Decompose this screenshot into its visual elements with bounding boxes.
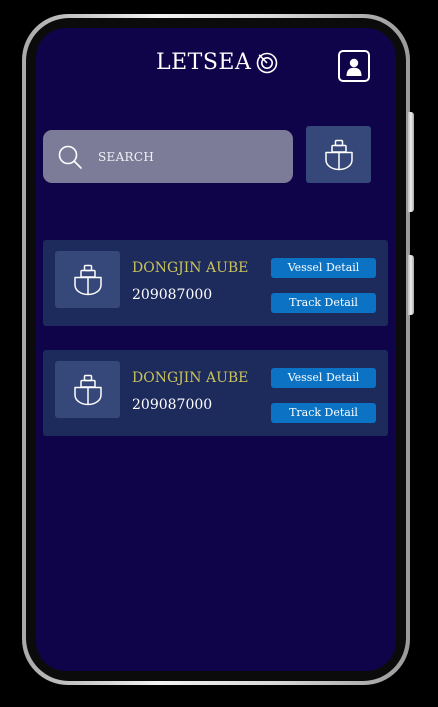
track-detail-button[interactable]: Track Detail [271,403,376,423]
brand-logo: LETSEA [156,50,279,75]
profile-button[interactable] [338,50,370,82]
search-placeholder: SEARCH [98,150,155,164]
ship-icon [73,264,102,295]
vessel-card: DONGJIN AUBE 209087000 Vessel Detail Tra… [43,350,388,436]
volume-button [408,112,414,212]
search-input[interactable]: SEARCH [43,130,293,183]
vessel-name: DONGJIN AUBE [132,370,249,386]
ship-icon [73,374,102,405]
vessel-number: 209087000 [132,397,213,413]
search-icon [58,145,82,169]
track-detail-button[interactable]: Track Detail [271,293,376,313]
vessel-detail-button[interactable]: Vessel Detail [271,258,376,278]
vessel-thumbnail [55,361,120,418]
vessel-thumbnail [55,251,120,308]
vessel-filter-button[interactable] [306,126,371,183]
power-button [408,255,414,315]
vessel-detail-button[interactable]: Vessel Detail [271,368,376,388]
vessel-card: DONGJIN AUBE 209087000 Vessel Detail Tra… [43,240,388,326]
app-header: LETSEA [36,28,396,103]
ship-icon [324,139,353,170]
brand-name: LETSEA [156,50,252,75]
vessel-name: DONGJIN AUBE [132,260,249,276]
user-profile-icon [346,58,362,76]
vessel-number: 209087000 [132,287,213,303]
radar-icon [257,52,278,73]
app-screen: LETSEA SEARCH DONGJIN AUBE 209087000 Ves… [36,28,396,671]
